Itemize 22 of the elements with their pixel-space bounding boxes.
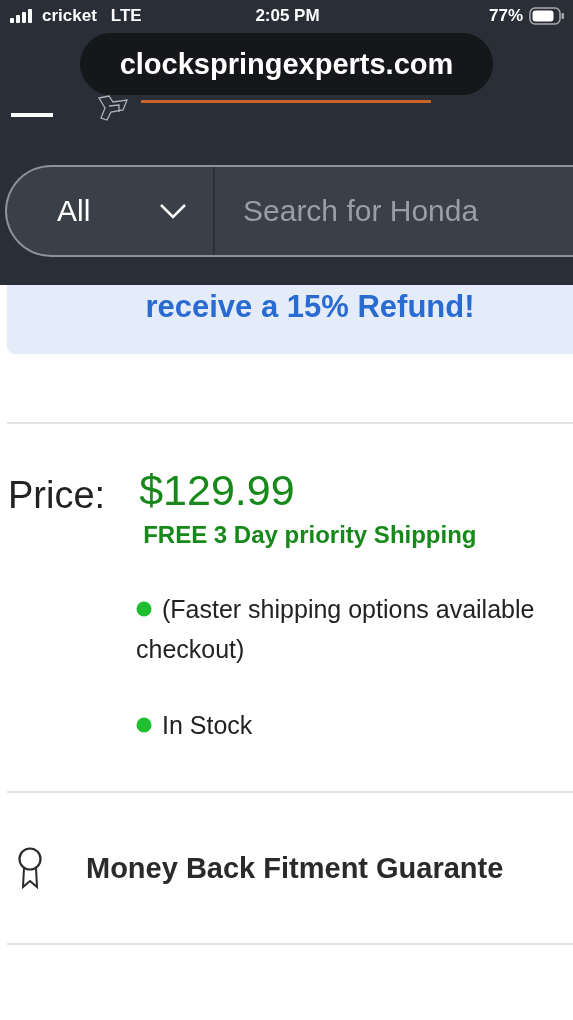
carrier-name: cricket	[42, 6, 97, 26]
network-type: LTE	[110, 6, 142, 26]
availability-text: checkout)	[136, 634, 245, 664]
search-bar[interactable]: All Search for Honda	[5, 165, 573, 257]
availability-text: In Stock	[162, 710, 253, 740]
guarantee-heading: Money Back Fitment Guarante	[86, 851, 504, 885]
battery-icon	[529, 7, 565, 25]
price-label: Price:	[8, 474, 106, 518]
award-ribbon-icon	[18, 847, 42, 889]
bullet-dot-icon	[136, 717, 152, 733]
address-bar[interactable]: clockspringexperts.com	[80, 33, 493, 95]
availability-text: (Faster shipping options available	[162, 594, 535, 624]
promo-text: receive a 15% Refund!	[145, 289, 475, 326]
category-dropdown[interactable]: All	[7, 167, 215, 255]
logo-drawing[interactable]	[97, 94, 433, 124]
shipping-note: FREE 3 Day priority Shipping	[143, 521, 477, 549]
bullet-dot-icon	[136, 601, 152, 617]
menu-icon[interactable]	[11, 112, 53, 118]
price-amount: $129.99	[139, 466, 296, 515]
clock-time: 2:05 PM	[255, 6, 320, 26]
battery-percent: 77%	[488, 6, 523, 26]
chevron-down-icon	[159, 203, 187, 219]
